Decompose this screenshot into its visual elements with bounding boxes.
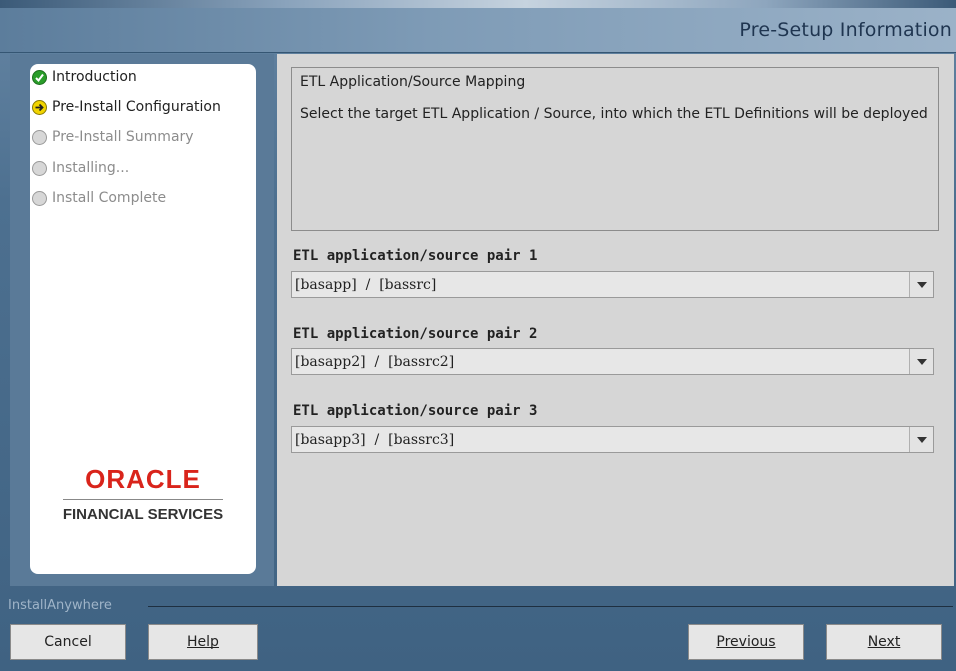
step-label: Install Complete: [52, 190, 167, 206]
header-bar: Pre-Setup Information: [0, 8, 956, 53]
cancel-button-label: Cancel: [44, 634, 92, 650]
info-description: Select the target ETL Application / Sour…: [300, 106, 928, 122]
step-pre-install-configuration: Pre-Install Configuration: [32, 97, 221, 117]
next-button[interactable]: Next: [826, 624, 942, 660]
logo-brand: ORACLE: [85, 464, 201, 494]
pair-3-label: ETL application/source pair 3: [293, 403, 538, 419]
steps-panel: Introduction Pre-Install Configuration P…: [30, 64, 256, 574]
step-installing: Installing...: [32, 158, 129, 178]
logo-divider: [63, 499, 223, 500]
info-heading: ETL Application/Source Mapping: [300, 74, 526, 90]
step-label: Installing...: [52, 160, 130, 176]
pair-2-label: ETL application/source pair 2: [293, 326, 538, 342]
main-content: ETL Application/Source Mapping Select th…: [277, 54, 954, 586]
pair-2-value: [basapp2] / [bassrc2]: [295, 353, 455, 370]
title-bar-strip: [0, 0, 956, 8]
pending-circle-icon: [32, 129, 47, 145]
cancel-button[interactable]: Cancel: [10, 624, 126, 660]
chevron-down-icon[interactable]: [909, 272, 933, 297]
chevron-down-icon[interactable]: [909, 427, 933, 452]
oracle-logo: ORACLE FINANCIAL SERVICES: [30, 464, 256, 523]
chevron-down-icon[interactable]: [909, 349, 933, 374]
step-introduction: Introduction: [32, 67, 137, 87]
page-title: Pre-Setup Information: [739, 19, 952, 41]
pair-3-dropdown[interactable]: [basapp3] / [bassrc3]: [291, 426, 934, 453]
pending-circle-icon: [32, 160, 47, 176]
installanywhere-label: InstallAnywhere: [8, 598, 112, 613]
step-label: Pre-Install Summary: [52, 129, 194, 145]
logo-subtitle: FINANCIAL SERVICES: [62, 506, 224, 523]
arrow-right-icon: [32, 99, 47, 115]
step-label: Pre-Install Configuration: [52, 99, 221, 115]
pair-1-label: ETL application/source pair 1: [293, 248, 538, 264]
installer-window: Pre-Setup Information Introduction Pre-I…: [0, 0, 956, 671]
previous-button-label: Previous: [716, 634, 776, 650]
step-pre-install-summary: Pre-Install Summary: [32, 127, 194, 147]
help-button-label: Help: [187, 634, 219, 650]
pending-circle-icon: [32, 190, 47, 206]
footer-divider: [148, 606, 953, 607]
next-button-label: Next: [867, 634, 901, 650]
pair-3-value: [basapp3] / [bassrc3]: [295, 431, 455, 448]
step-install-complete: Install Complete: [32, 188, 166, 208]
help-button[interactable]: Help: [148, 624, 258, 660]
pair-2-dropdown[interactable]: [basapp2] / [bassrc2]: [291, 348, 934, 375]
check-icon: [32, 69, 47, 85]
pair-1-value: [basapp] / [bassrc]: [295, 276, 437, 293]
previous-button[interactable]: Previous: [688, 624, 804, 660]
pair-1-dropdown[interactable]: [basapp] / [bassrc]: [291, 271, 934, 298]
info-box: ETL Application/Source Mapping Select th…: [291, 67, 939, 231]
step-label: Introduction: [52, 69, 137, 85]
